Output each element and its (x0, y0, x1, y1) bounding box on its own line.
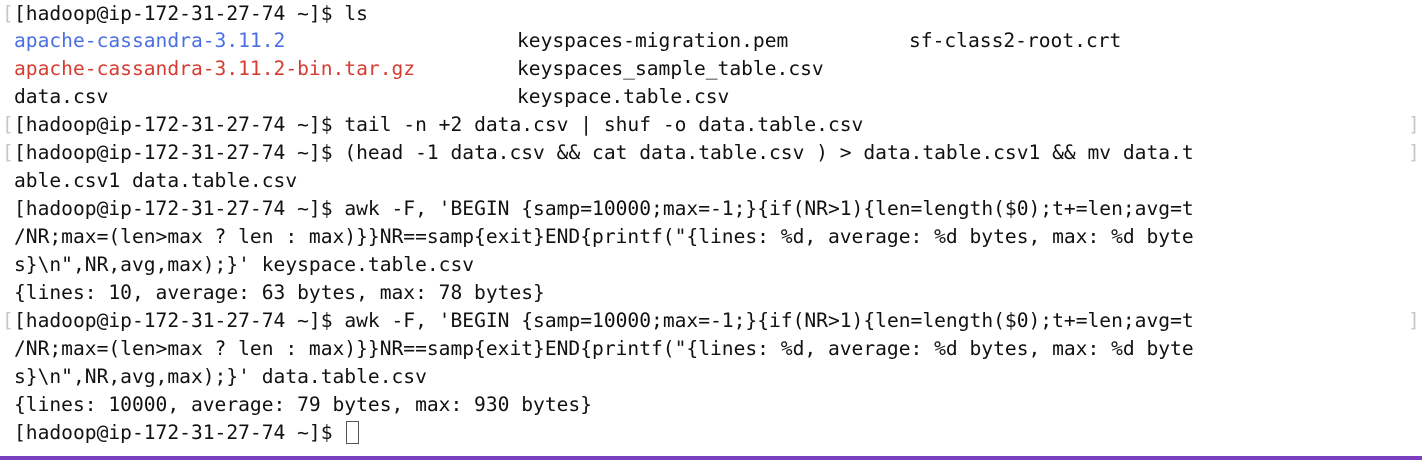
ls-output-row: apache-cassandra-3.11.2 keyspaces-migrat… (14, 27, 1404, 55)
prompt: [hadoop@ip-172-31-27-74 ~]$ (14, 197, 333, 220)
ls-output-row: data.csv keyspace.table.csv (14, 83, 1404, 111)
command-continuation: s}\n",NR,avg,max);}' keyspace.table.csv (14, 253, 475, 276)
file-entry: keyspaces_sample_table.csv (517, 57, 824, 80)
command-continuation: /NR;max=(len>max ? len : max)}}NR==samp{… (14, 337, 1194, 360)
prompt-line: [hadoop@ip-172-31-27-74 ~]$ awk -F, 'BEG… (14, 195, 1194, 223)
command-text: awk -F, 'BEGIN {samp=10000;max=-1;}{if(N… (344, 309, 1194, 332)
prompt: [hadoop@ip-172-31-27-74 ~]$ (14, 141, 333, 164)
line-mark-left: [ (2, 113, 14, 136)
command-continuation: s}\n",NR,avg,max);}' data.table.csv (14, 365, 427, 388)
file-entry: data.csv (14, 85, 109, 108)
terminal-screen[interactable]: [ [ ] [ ] [ ] [hadoop@ip-172-31-27-74 ~]… (0, 0, 1422, 456)
prompt: [hadoop@ip-172-31-27-74 ~]$ (14, 421, 333, 444)
file-entry: sf-class2-root.crt (909, 29, 1122, 52)
command-text: (head -1 data.csv && cat data.table.csv … (344, 141, 1194, 164)
prompt-line: [hadoop@ip-172-31-27-74 ~]$ awk -F, 'BEG… (14, 307, 1194, 335)
prompt-line: [hadoop@ip-172-31-27-74 ~]$ tail -n +2 d… (14, 111, 863, 139)
line-mark-right: ] (1408, 141, 1420, 164)
archive-entry: apache-cassandra-3.11.2-bin.tar.gz (14, 57, 416, 80)
command-text: tail -n +2 data.csv | shuf -o data.table… (344, 113, 864, 136)
prompt-line: [hadoop@ip-172-31-27-74 ~]$ (head -1 dat… (14, 139, 1194, 167)
terminal-window[interactable]: [ [ ] [ ] [ ] [hadoop@ip-172-31-27-74 ~]… (0, 0, 1422, 460)
prompt: [hadoop@ip-172-31-27-74 ~]$ (14, 309, 333, 332)
command-output: {lines: 10, average: 63 bytes, max: 78 b… (14, 281, 545, 304)
file-entry: keyspace.table.csv (517, 85, 730, 108)
command-text: ls (344, 2, 368, 25)
line-mark-left: [ (2, 309, 14, 332)
prompt-line: [hadoop@ip-172-31-27-74 ~]$ ls (14, 0, 368, 28)
command-continuation: able.csv1 data.table.csv (14, 169, 298, 192)
active-prompt-line[interactable]: [hadoop@ip-172-31-27-74 ~]$ (14, 419, 360, 447)
line-mark-left: [ (2, 141, 14, 164)
command-continuation: /NR;max=(len>max ? len : max)}}NR==samp{… (14, 225, 1194, 248)
command-output: {lines: 10000, average: 79 bytes, max: 9… (14, 393, 593, 416)
line-mark-right: ] (1408, 113, 1420, 136)
file-entry: keyspaces-migration.pem (517, 29, 789, 52)
line-mark-left: [ (2, 2, 14, 25)
block-cursor-icon[interactable] (346, 421, 360, 444)
prompt: [hadoop@ip-172-31-27-74 ~]$ (14, 2, 333, 25)
prompt: [hadoop@ip-172-31-27-74 ~]$ (14, 113, 333, 136)
directory-entry: apache-cassandra-3.11.2 (14, 29, 286, 52)
command-text: awk -F, 'BEGIN {samp=10000;max=-1;}{if(N… (344, 197, 1194, 220)
line-mark-right: ] (1408, 309, 1420, 332)
ls-output-row: apache-cassandra-3.11.2-bin.tar.gz keysp… (14, 55, 1404, 83)
